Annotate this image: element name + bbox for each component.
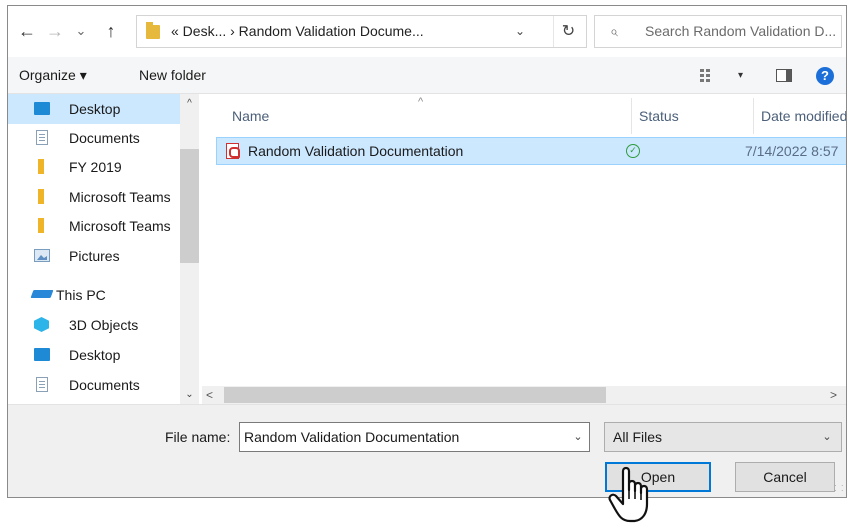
search-icon: ⌕ [610, 23, 618, 39]
scroll-left-icon[interactable]: < [206, 386, 213, 404]
nav-item-documents-pc[interactable]: Documents [8, 370, 180, 400]
search-input[interactable]: Search Random Validation D... [645, 16, 836, 47]
pdf-file-icon [226, 143, 240, 159]
documents-icon [36, 377, 48, 392]
file-list: ^ Name Status Date modified Random Valid… [202, 94, 846, 404]
scroll-right-icon[interactable]: > [830, 386, 837, 404]
sync-status-icon: ✓ [626, 144, 640, 158]
search-box[interactable]: ⌕ Search Random Validation D... [594, 15, 842, 48]
refresh-icon[interactable]: ↻ [553, 16, 583, 47]
documents-icon [36, 130, 48, 145]
nav-item-desktop[interactable]: Desktop [8, 94, 180, 124]
nav-item-label: Documents [69, 377, 140, 393]
desktop-icon [34, 102, 50, 115]
forward-arrow-icon[interactable]: → [44, 20, 66, 42]
nav-scrollbar-thumb[interactable] [180, 149, 199, 263]
nav-item-pictures[interactable]: Pictures [8, 241, 180, 271]
command-bar: Organize ▾ New folder ▾ ? [8, 57, 846, 94]
dialog-footer: File name: ⌄ All Files ⌄ Open Cancel · ·… [8, 404, 846, 497]
file-type-value: All Files [613, 429, 663, 445]
file-date-modified: 7/14/2022 8:57 [745, 143, 839, 159]
help-icon[interactable]: ? [816, 67, 834, 85]
horizontal-scrollbar-thumb[interactable] [224, 387, 606, 403]
folder-icon [38, 218, 44, 233]
view-dropdown-icon[interactable]: ▾ [738, 57, 743, 94]
back-arrow-icon[interactable]: ← [16, 20, 38, 42]
chevron-down-icon[interactable]: ⌄ [509, 16, 531, 47]
navigation-pane: Desktop Documents FY 2019 Microsoft Team… [8, 94, 199, 404]
nav-item-label: Documents [69, 130, 140, 146]
nav-item-3d-objects[interactable]: 3D Objects [8, 310, 180, 340]
file-type-select[interactable]: All Files ⌄ [604, 422, 842, 452]
organize-button[interactable]: Organize ▾ [19, 57, 87, 94]
nav-item-label: Microsoft Teams [69, 189, 171, 205]
column-header-status[interactable]: Status [639, 94, 679, 138]
column-divider[interactable] [631, 98, 632, 134]
cancel-button[interactable]: Cancel [735, 462, 835, 492]
folder-icon [38, 159, 44, 174]
chevron-down-icon[interactable]: ⌄ [568, 423, 588, 451]
nav-item-desktop-pc[interactable]: Desktop [8, 340, 180, 370]
scroll-down-icon[interactable]: ⌄ [180, 386, 199, 404]
nav-item-label: This PC [56, 287, 106, 303]
folder-icon [146, 22, 160, 39]
nav-item-label: 3D Objects [69, 317, 139, 333]
up-arrow-icon[interactable]: ↑ [100, 20, 122, 42]
nav-item-label: FY 2019 [69, 159, 122, 175]
nav-item-microsoft-teams-2[interactable]: Microsoft Teams [8, 211, 180, 241]
address-row: ← → ⌄ ↑ « Desk... › Random Validation Do… [8, 6, 846, 57]
address-path[interactable]: « Desk... › Random Validation Docume... [171, 16, 424, 47]
sort-ascending-icon: ^ [418, 96, 424, 108]
address-bar[interactable]: « Desk... › Random Validation Docume... … [136, 15, 587, 48]
nav-item-fy-2019[interactable]: FY 2019 [8, 152, 180, 182]
file-name-input[interactable] [239, 422, 590, 452]
nav-item-label: Desktop [69, 101, 121, 117]
nav-item-microsoft-teams[interactable]: Microsoft Teams [8, 182, 180, 212]
column-divider[interactable] [753, 98, 754, 134]
nav-item-documents[interactable]: Documents [8, 123, 180, 153]
file-name: Random Validation Documentation [248, 143, 464, 159]
nav-item-label: Pictures [69, 248, 120, 264]
nav-item-label: Microsoft Teams [69, 218, 171, 234]
chevron-down-icon[interactable]: ⌄ [817, 423, 837, 451]
recent-locations-icon[interactable]: ⌄ [72, 20, 90, 42]
file-row[interactable]: Random Validation Documentation ✓ 7/14/2… [216, 137, 846, 165]
horizontal-scrollbar[interactable]: < > [202, 386, 846, 404]
resize-grip-icon[interactable]: · · · · [834, 482, 845, 495]
nav-item-label: Desktop [69, 347, 121, 363]
nav-item-this-pc[interactable]: This PC [8, 280, 180, 310]
file-open-dialog: ← → ⌄ ↑ « Desk... › Random Validation Do… [7, 5, 847, 498]
column-header-date-modified[interactable]: Date modified [761, 94, 846, 138]
new-folder-button[interactable]: New folder [139, 57, 206, 94]
pictures-icon [34, 249, 50, 262]
file-name-label: File name: [165, 429, 231, 445]
desktop-icon [34, 348, 50, 361]
3d-objects-icon [34, 317, 49, 332]
this-pc-icon [30, 290, 54, 298]
column-header-name[interactable]: Name [232, 94, 269, 138]
folder-icon [38, 189, 44, 204]
preview-pane-icon[interactable] [776, 69, 792, 82]
view-options-icon[interactable] [700, 69, 718, 82]
scroll-up-icon[interactable]: ^ [180, 94, 199, 114]
hand-cursor-icon [608, 466, 649, 523]
